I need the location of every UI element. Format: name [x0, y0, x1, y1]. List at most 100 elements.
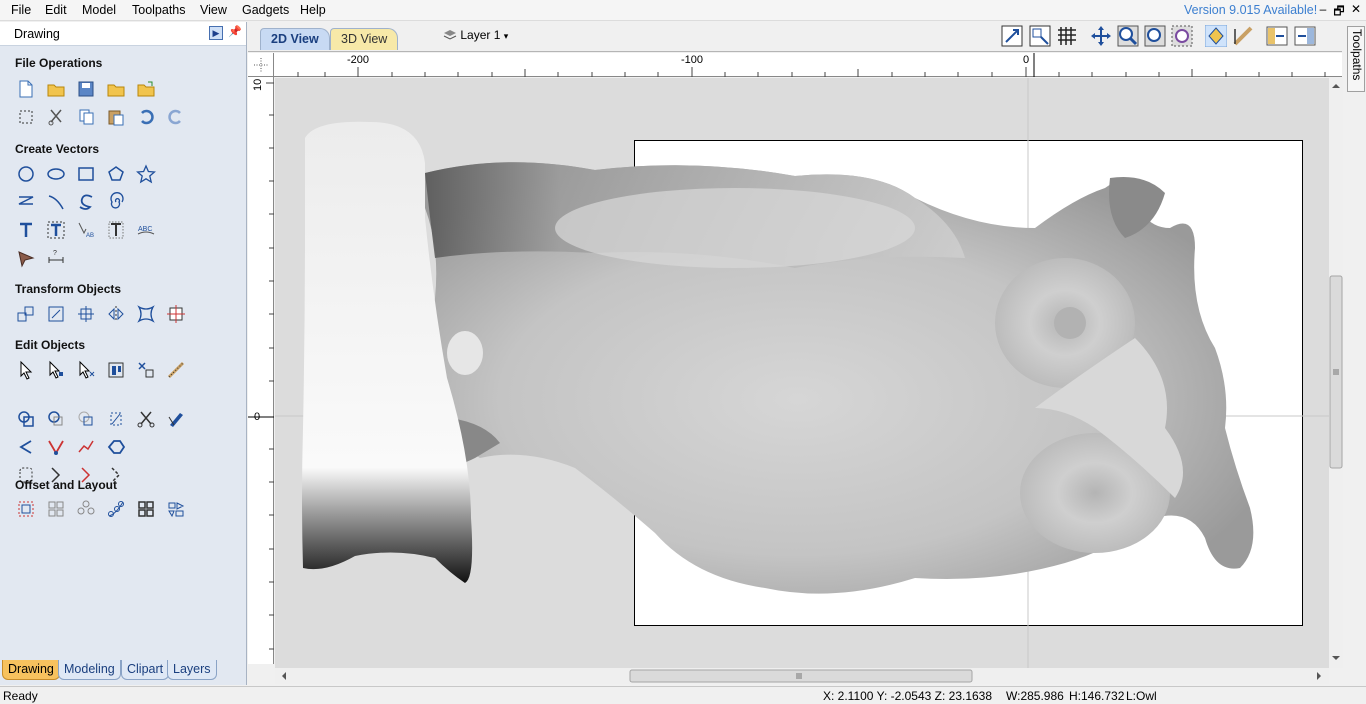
toolpaths-tab[interactable]: Toolpaths [1347, 26, 1365, 92]
nesting-icon[interactable] [165, 498, 187, 520]
fillet-icon[interactable] [105, 408, 127, 430]
menu-help[interactable]: Help [300, 3, 326, 17]
set-size-icon[interactable] [45, 303, 67, 325]
pan-icon[interactable] [1090, 25, 1112, 47]
import-bitmap-icon[interactable] [135, 78, 157, 100]
svg-text:AB: AB [86, 233, 94, 239]
node-edit-icon[interactable] [45, 359, 67, 381]
drawing-canvas[interactable] [275, 78, 1329, 668]
interactive-trim-icon[interactable] [75, 359, 97, 381]
zoom-box-icon[interactable] [1029, 25, 1051, 47]
join-open-vector-icon[interactable] [15, 436, 37, 458]
close-button[interactable]: ✕ [1349, 2, 1363, 16]
menu-toolpaths[interactable]: Toolpaths [132, 3, 186, 17]
paste-icon[interactable] [105, 106, 127, 128]
panel-header: Drawing ▶ 📌 [0, 22, 246, 46]
zoom-selection-icon[interactable] [1171, 25, 1193, 47]
menu-edit[interactable]: Edit [45, 3, 67, 17]
ruler-corner[interactable] [248, 53, 274, 77]
group-icon[interactable] [105, 359, 127, 381]
weld-icon[interactable] [15, 408, 37, 430]
ruler-label-10: 10 [252, 78, 264, 91]
open-file-icon[interactable] [45, 78, 67, 100]
zoom-in-icon[interactable] [1117, 25, 1139, 47]
snap-icon[interactable] [1205, 25, 1227, 47]
measure-icon[interactable] [165, 359, 187, 381]
menu-file[interactable]: File [11, 3, 31, 17]
model-preview [275, 78, 1329, 668]
draw-curve-icon[interactable] [45, 191, 67, 213]
move-icon[interactable] [15, 303, 37, 325]
panel-right-icon[interactable] [1294, 25, 1316, 47]
layer-selector[interactable]: Layer 1 ▾ [443, 28, 508, 42]
vertical-scrollbar[interactable] [1329, 78, 1343, 668]
restore-button[interactable]: 🗗 [1332, 2, 1346, 23]
text-on-curve-icon[interactable]: AB [75, 219, 97, 241]
select-icon[interactable] [15, 359, 37, 381]
ungroup-icon[interactable] [135, 359, 157, 381]
menu-gadgets[interactable]: Gadgets [242, 3, 289, 17]
draw-polyline-icon[interactable] [15, 191, 37, 213]
new-file-icon[interactable] [15, 78, 37, 100]
draw-spiral-icon[interactable] [105, 191, 127, 213]
measure-tool-icon[interactable] [1232, 25, 1254, 47]
dock-icon[interactable]: ▶ [209, 26, 223, 40]
offset-icon[interactable] [15, 498, 37, 520]
grid-icon[interactable] [1056, 25, 1078, 47]
menu-model[interactable]: Model [82, 3, 116, 17]
job-setup-icon[interactable] [15, 106, 37, 128]
draw-polygon-icon[interactable] [105, 163, 127, 185]
smart-delete-icon[interactable] [165, 408, 187, 430]
close-vector-icon[interactable] [105, 436, 127, 458]
panel-title: Drawing [14, 27, 60, 41]
draw-arc-icon[interactable] [75, 191, 97, 213]
zoom-out-icon[interactable] [1144, 25, 1166, 47]
pin-icon[interactable]: 📌 [228, 25, 242, 38]
curve-fit-icon[interactable] [75, 436, 97, 458]
panel-left-icon[interactable] [1266, 25, 1288, 47]
block-copy-icon[interactable] [135, 498, 157, 520]
save-icon[interactable] [75, 78, 97, 100]
tab-layers[interactable]: Layers [167, 660, 217, 680]
scissors-icon[interactable] [135, 408, 157, 430]
draw-rectangle-icon[interactable] [75, 163, 97, 185]
draw-star-icon[interactable] [135, 163, 157, 185]
tab-2d-view[interactable]: 2D View [260, 28, 330, 50]
copy-along-vector-icon[interactable] [105, 498, 127, 520]
rotate-icon[interactable] [75, 303, 97, 325]
distort-icon[interactable] [135, 303, 157, 325]
trace-bitmap-icon[interactable] [15, 247, 37, 269]
copy-icon[interactable] [75, 106, 97, 128]
zoom-extents-icon[interactable] [1001, 25, 1023, 47]
align-icon[interactable] [165, 303, 187, 325]
minimize-button[interactable]: – [1316, 2, 1330, 16]
array-copy-icon[interactable] [45, 498, 67, 520]
version-notice-link[interactable]: Version 9.015 Available! [1184, 3, 1317, 17]
horizontal-scrollbar[interactable] [275, 668, 1329, 684]
text-arc-icon[interactable]: ABC [135, 219, 157, 241]
tab-drawing[interactable]: Drawing [2, 660, 60, 680]
text-tool-icon[interactable] [105, 219, 127, 241]
tab-clipart[interactable]: Clipart [121, 660, 170, 680]
auto-layout-text-icon[interactable] [45, 219, 67, 241]
cut-icon[interactable] [45, 106, 67, 128]
redo-icon[interactable] [165, 106, 187, 128]
draw-circle-icon[interactable] [15, 163, 37, 185]
tab-3d-view[interactable]: 3D View [330, 28, 399, 50]
join-vectors-icon[interactable] [45, 436, 67, 458]
draw-text-icon[interactable] [15, 219, 37, 241]
panel-bottom-tabs: Drawing Modeling Clipart Layers [0, 658, 246, 685]
undo-icon[interactable] [135, 106, 157, 128]
tab-modeling[interactable]: Modeling [58, 660, 121, 680]
mirror-icon[interactable] [105, 303, 127, 325]
menu-view[interactable]: View [200, 3, 227, 17]
subtract-icon[interactable] [45, 408, 67, 430]
current-layer: Layer 1 [460, 28, 501, 42]
draw-ellipse-icon[interactable] [45, 163, 67, 185]
import-icon[interactable] [105, 78, 127, 100]
intersect-icon[interactable] [75, 408, 97, 430]
circular-array-icon[interactable] [75, 498, 97, 520]
dimension-icon[interactable]: ? [45, 247, 67, 269]
chevron-down-icon: ▾ [503, 31, 509, 41]
ruler-label-minus-100: -100 [681, 54, 704, 66]
